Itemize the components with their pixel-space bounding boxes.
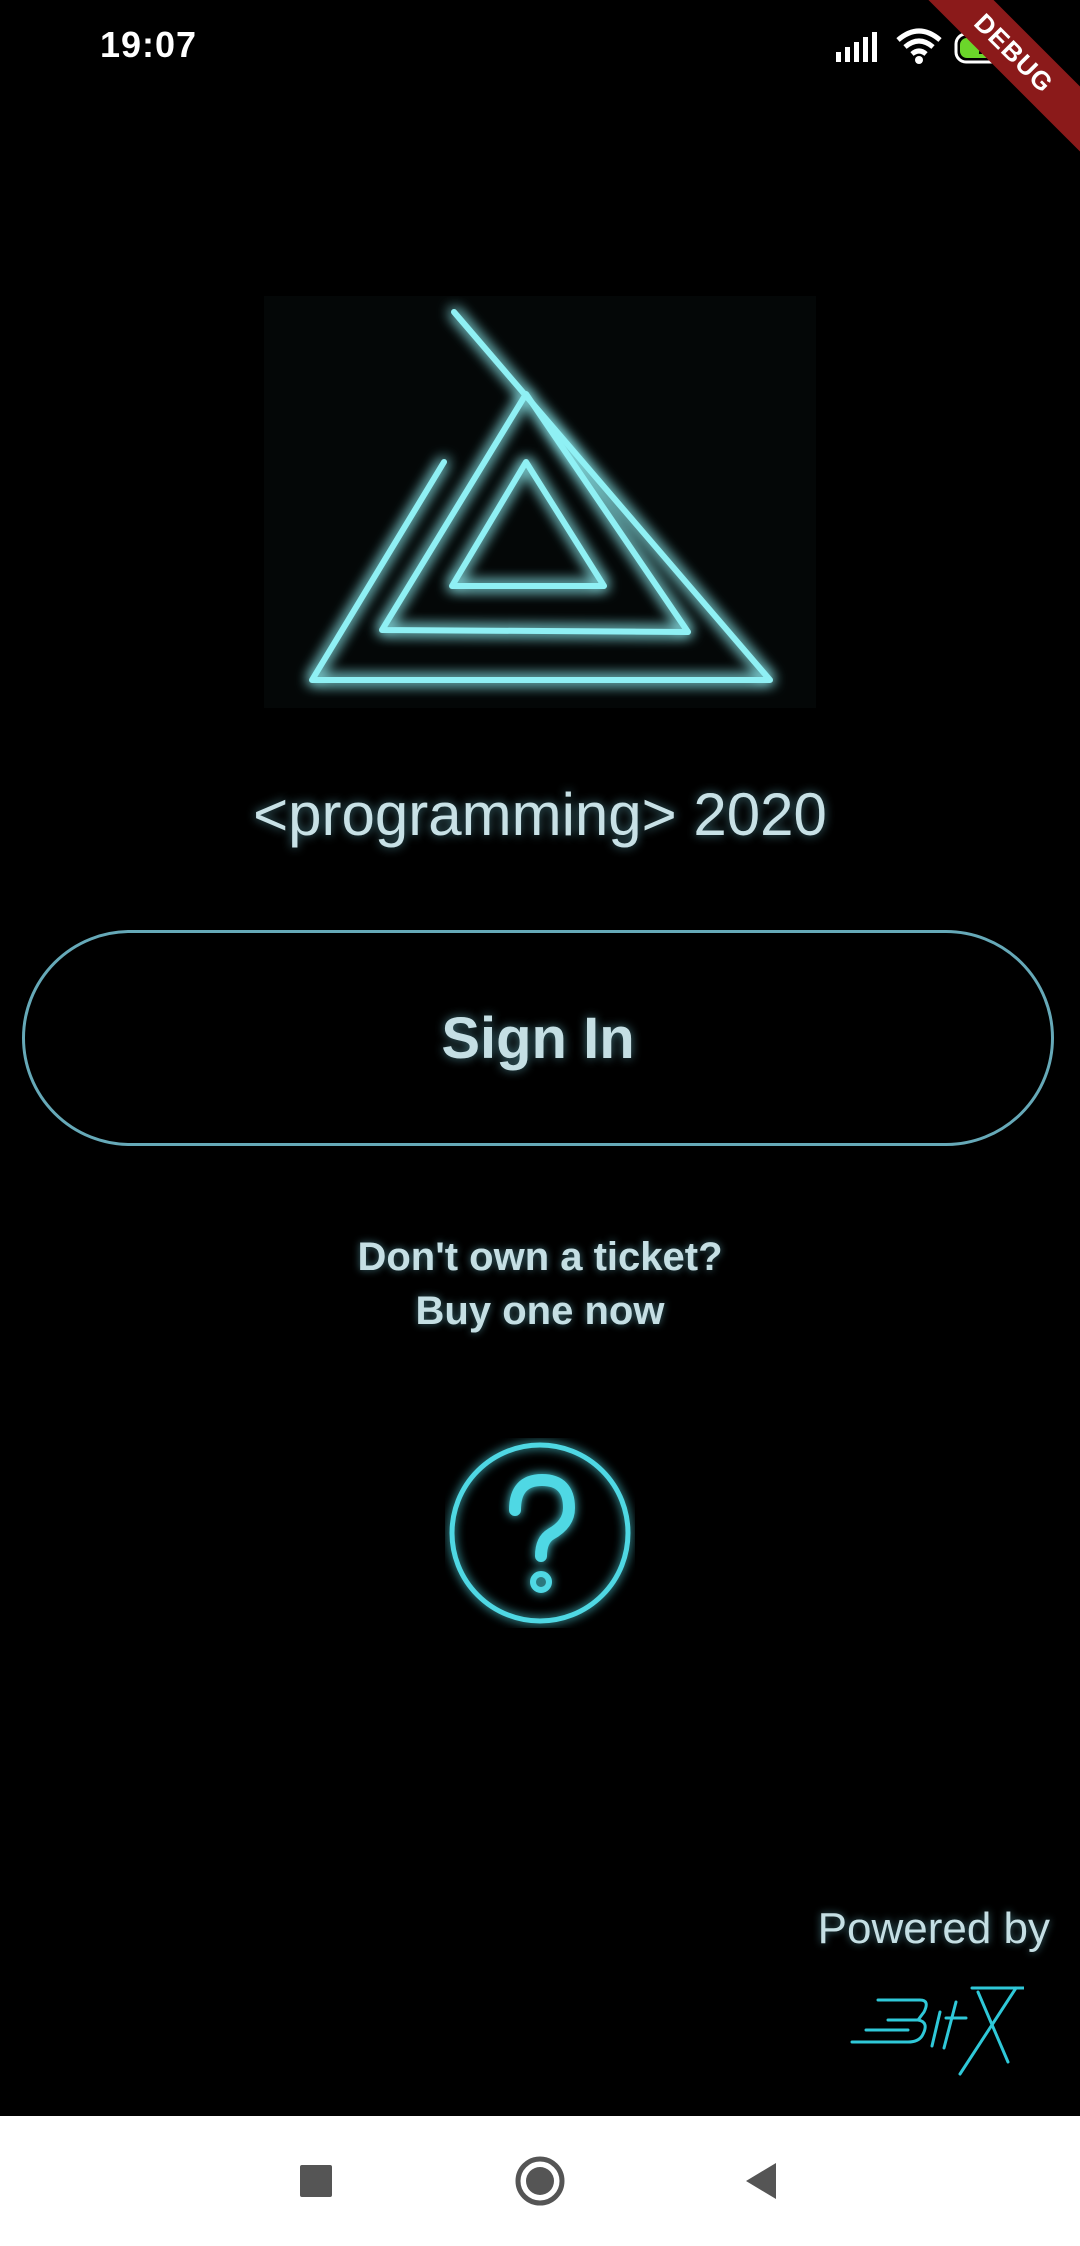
home-button[interactable] [480,2116,600,2246]
buy-ticket-question: Don't own a ticket? [357,1235,723,1279]
neon-triangle-logo [264,296,816,708]
powered-by-label: Powered by [817,1904,1050,1953]
recents-button[interactable] [256,2116,376,2246]
app-screen: 19:07 77 DEBUG [0,0,1080,2246]
sign-in-label: Sign In [441,1005,635,1071]
debug-banner: DEBUG [905,0,1080,162]
signal-icon [836,32,877,62]
sign-in-button[interactable]: Sign In [22,930,1054,1146]
status-bar: 19:07 77 DEBUG [0,0,1080,162]
wifi-icon [896,28,942,64]
system-nav-bar [0,2116,1080,2246]
recents-icon [300,2165,332,2197]
home-icon [515,2156,565,2206]
back-icon [746,2163,776,2199]
bitx-logo [850,1986,1024,2076]
event-title: <programming> 2020 [253,781,827,848]
back-button[interactable] [700,2116,820,2246]
status-time: 19:07 [100,24,198,65]
question-mark-icon[interactable] [445,1438,635,1628]
buy-ticket-link[interactable]: Don't own a ticket? Buy one now [290,1230,790,1338]
buy-ticket-cta: Buy one now [415,1289,665,1333]
